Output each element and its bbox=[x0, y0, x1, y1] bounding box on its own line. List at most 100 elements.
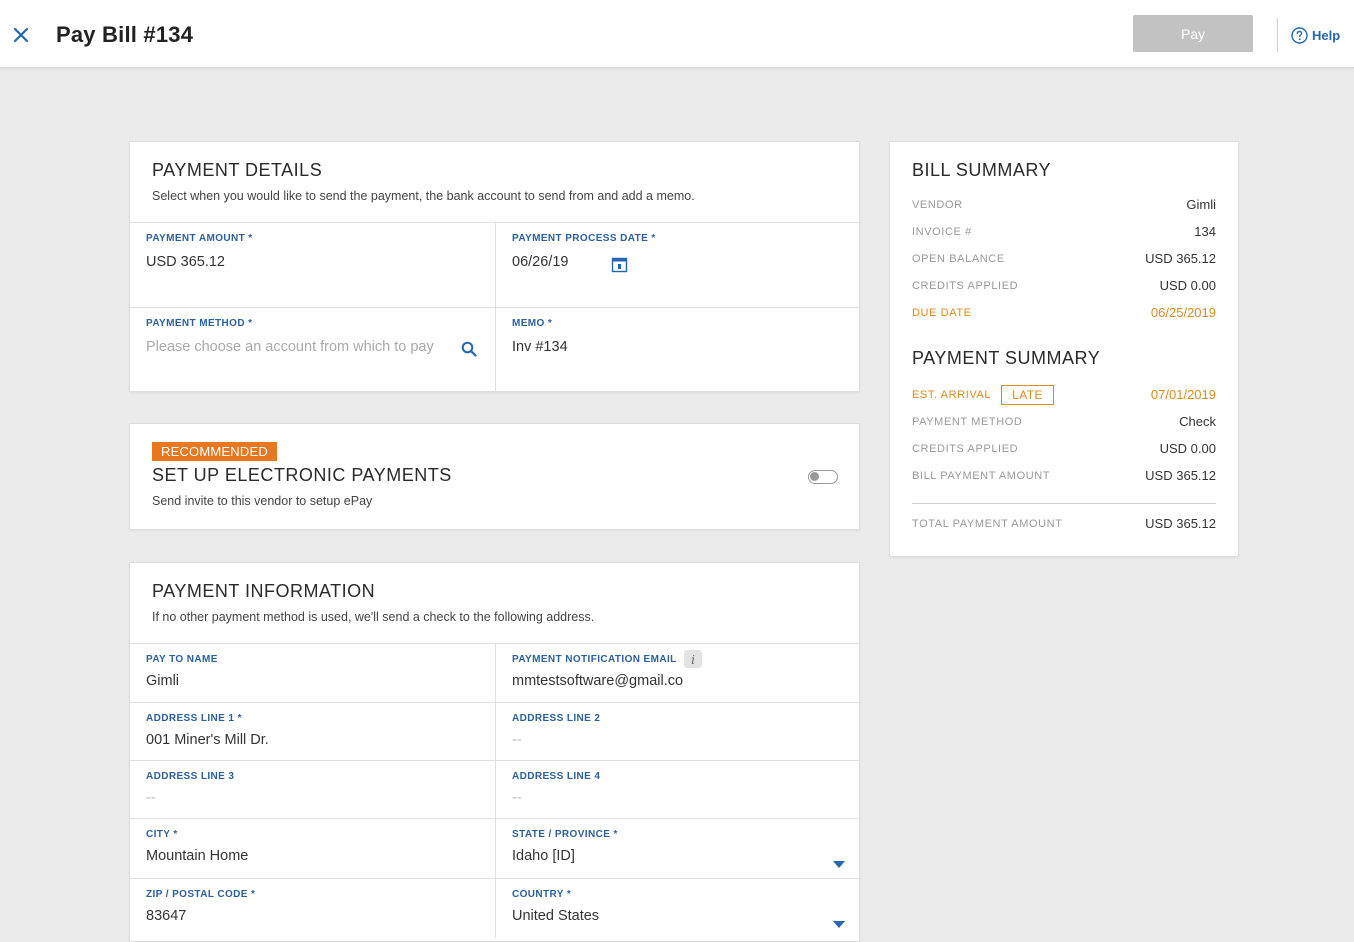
address-line-3-field[interactable]: ADDRESS LINE 3 -- bbox=[130, 761, 495, 818]
payment-amount-field[interactable]: PAYMENT AMOUNT * USD 365.12 bbox=[130, 223, 495, 307]
payment-process-date-value: 06/26/19 bbox=[512, 254, 569, 270]
memo-value: Inv #134 bbox=[512, 339, 568, 355]
est-arrival-value: 07/01/2019 bbox=[1150, 387, 1216, 402]
total-payment-amount-label: TOTAL PAYMENT AMOUNT bbox=[912, 517, 1063, 530]
state-province-value: Idaho [ID] bbox=[512, 848, 575, 864]
search-icon[interactable] bbox=[461, 341, 477, 362]
pay-button[interactable]: Pay bbox=[1133, 15, 1253, 52]
epay-toggle[interactable] bbox=[808, 470, 838, 484]
chevron-down-icon[interactable] bbox=[833, 856, 845, 874]
summary-row-open-balance: OPEN BALANCE USD 365.12 bbox=[912, 245, 1216, 272]
chevron-down-icon[interactable] bbox=[833, 916, 845, 934]
payment-information-card: PAYMENT INFORMATION If no other payment … bbox=[129, 562, 860, 942]
page-title: Pay Bill #134 bbox=[56, 22, 194, 47]
close-icon[interactable] bbox=[10, 24, 32, 46]
payment-amount-label: PAYMENT AMOUNT * bbox=[146, 233, 253, 244]
help-label: Help bbox=[1312, 28, 1341, 43]
pay-to-name-label: PAY TO NAME bbox=[146, 654, 218, 665]
help-circle-icon bbox=[1291, 27, 1308, 44]
memo-field[interactable]: MEMO * Inv #134 bbox=[495, 308, 860, 392]
address-line-4-value: -- bbox=[512, 790, 522, 806]
payment-summary-title: PAYMENT SUMMARY bbox=[912, 348, 1101, 368]
summary-row-vendor: VENDOR Gimli bbox=[912, 191, 1216, 218]
address-line-1-value: 001 Miner's Mill Dr. bbox=[146, 732, 269, 748]
address-line-2-label: ADDRESS LINE 2 bbox=[512, 713, 601, 724]
credits-applied-value: USD 0.00 bbox=[1159, 278, 1216, 293]
bill-summary-title: BILL SUMMARY bbox=[912, 160, 1052, 180]
top-bar: Pay Bill #134 Pay Help bbox=[0, 0, 1354, 68]
summary-row-payment-method: PAYMENT METHOD Check bbox=[912, 408, 1216, 435]
zip-postal-code-value: 83647 bbox=[146, 908, 187, 924]
header-divider bbox=[1277, 18, 1278, 52]
address-line-4-field[interactable]: ADDRESS LINE 4 -- bbox=[495, 761, 860, 818]
invoice-label: INVOICE # bbox=[912, 225, 972, 238]
payment-method-summary-value: Check bbox=[1179, 414, 1216, 429]
credits-applied-label: CREDITS APPLIED bbox=[912, 279, 1019, 292]
electronic-payments-subtitle: Send invite to this vendor to setup ePay bbox=[152, 494, 373, 508]
pay-to-name-field[interactable]: PAY TO NAME Gimli bbox=[130, 644, 495, 702]
payment-details-card: PAYMENT DETAILS Select when you would li… bbox=[129, 141, 860, 392]
open-balance-value: USD 365.12 bbox=[1145, 251, 1216, 266]
electronic-payments-card: RECOMMENDED SET UP ELECTRONIC PAYMENTS S… bbox=[129, 423, 860, 530]
notification-email-label: PAYMENT NOTIFICATION EMAIL bbox=[512, 654, 677, 665]
summary-divider bbox=[912, 503, 1216, 504]
summary-row-bill-payment-amount: BILL PAYMENT AMOUNT USD 365.12 bbox=[912, 462, 1216, 489]
summary-row-due-date: DUE DATE 06/25/2019 bbox=[912, 299, 1216, 326]
due-date-value: 06/25/2019 bbox=[1150, 305, 1216, 320]
address-line-2-field[interactable]: ADDRESS LINE 2 -- bbox=[495, 703, 860, 760]
summary-row-invoice: INVOICE # 134 bbox=[912, 218, 1216, 245]
payment-information-subtitle: If no other payment method is used, we'l… bbox=[152, 610, 595, 624]
address-line-2-value: -- bbox=[512, 732, 522, 748]
address-line-1-label: ADDRESS LINE 1 * bbox=[146, 713, 242, 724]
payment-process-date-field[interactable]: PAYMENT PROCESS DATE * 06/26/19 bbox=[495, 223, 860, 307]
pay-to-name-value: Gimli bbox=[146, 673, 180, 689]
summary-row-credits-applied: CREDITS APPLIED USD 0.00 bbox=[912, 272, 1216, 299]
payment-credits-value: USD 0.00 bbox=[1159, 441, 1216, 456]
payment-amount-value: USD 365.12 bbox=[146, 254, 225, 270]
address-line-3-label: ADDRESS LINE 3 bbox=[146, 771, 235, 782]
total-payment-amount-value: USD 365.12 bbox=[1145, 516, 1216, 531]
vendor-value: Gimli bbox=[1186, 197, 1216, 212]
country-label: COUNTRY * bbox=[512, 889, 572, 900]
summary-row-total: TOTAL PAYMENT AMOUNT USD 365.12 bbox=[912, 510, 1216, 537]
notification-email-field[interactable]: PAYMENT NOTIFICATION EMAIL i mmtestsoftw… bbox=[495, 644, 860, 702]
city-value: Mountain Home bbox=[146, 848, 249, 864]
payment-method-summary-label: PAYMENT METHOD bbox=[912, 415, 1023, 428]
summary-card: BILL SUMMARY VENDOR Gimli INVOICE # 134 … bbox=[889, 141, 1239, 557]
state-province-select[interactable]: STATE / PROVINCE * Idaho [ID] bbox=[495, 819, 860, 878]
payment-details-title: PAYMENT DETAILS bbox=[152, 160, 323, 180]
payment-details-subtitle: Select when you would like to send the p… bbox=[152, 189, 695, 203]
country-value: United States bbox=[512, 908, 600, 924]
payment-method-label: PAYMENT METHOD * bbox=[146, 318, 253, 329]
recommended-badge: RECOMMENDED bbox=[152, 442, 277, 461]
summary-row-est-arrival: EST. ARRIVAL LATE 07/01/2019 bbox=[912, 381, 1216, 408]
memo-label: MEMO * bbox=[512, 318, 553, 329]
bill-payment-amount-value: USD 365.12 bbox=[1145, 468, 1216, 483]
bill-payment-amount-label: BILL PAYMENT AMOUNT bbox=[912, 469, 1051, 482]
due-date-label: DUE DATE bbox=[912, 306, 972, 319]
help-link[interactable]: Help bbox=[1291, 27, 1340, 44]
zip-postal-code-field[interactable]: ZIP / POSTAL CODE * 83647 bbox=[130, 879, 495, 938]
address-line-1-field[interactable]: ADDRESS LINE 1 * 001 Miner's Mill Dr. bbox=[130, 703, 495, 760]
city-label: CITY * bbox=[146, 829, 178, 840]
state-province-label: STATE / PROVINCE * bbox=[512, 829, 618, 840]
payment-method-placeholder: Please choose an account from which to p… bbox=[146, 339, 434, 355]
zip-postal-code-label: ZIP / POSTAL CODE * bbox=[146, 889, 256, 900]
est-arrival-label: EST. ARRIVAL bbox=[912, 388, 992, 401]
info-icon[interactable]: i bbox=[684, 650, 702, 673]
calendar-icon[interactable] bbox=[611, 256, 628, 278]
vendor-label: VENDOR bbox=[912, 198, 963, 211]
address-line-3-value: -- bbox=[146, 790, 156, 806]
payment-process-date-label: PAYMENT PROCESS DATE * bbox=[512, 233, 656, 244]
country-select[interactable]: COUNTRY * United States bbox=[495, 879, 860, 938]
electronic-payments-title: SET UP ELECTRONIC PAYMENTS bbox=[152, 465, 452, 485]
summary-row-payment-credits: CREDITS APPLIED USD 0.00 bbox=[912, 435, 1216, 462]
payment-method-field[interactable]: PAYMENT METHOD * Please choose an accoun… bbox=[130, 308, 495, 392]
late-badge: LATE bbox=[1001, 384, 1054, 405]
notification-email-value: mmtestsoftware@gmail.com bbox=[512, 673, 684, 689]
city-field[interactable]: CITY * Mountain Home bbox=[130, 819, 495, 878]
toggle-knob bbox=[810, 472, 819, 481]
invoice-value: 134 bbox=[1194, 224, 1216, 239]
svg-text:i: i bbox=[691, 653, 695, 667]
payment-information-title: PAYMENT INFORMATION bbox=[152, 581, 376, 601]
